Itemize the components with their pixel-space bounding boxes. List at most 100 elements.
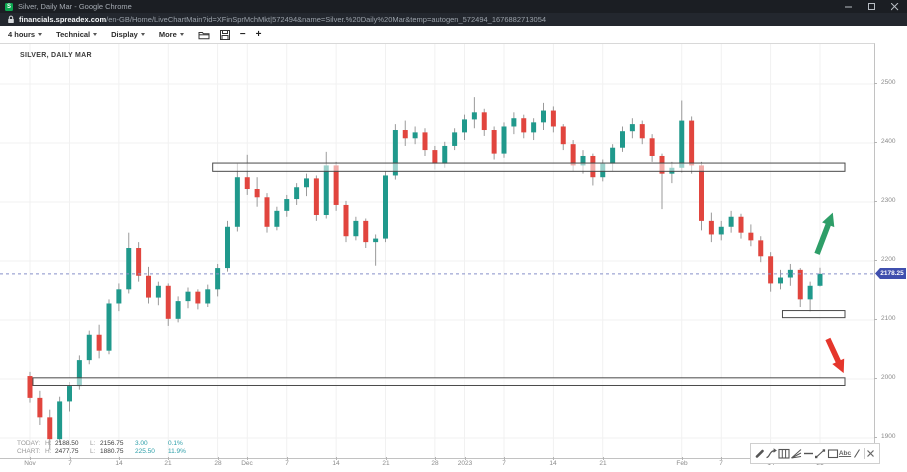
candle-body [778,278,783,284]
candle-body [709,221,714,235]
time-axis-label: Dec [233,460,261,467]
candle-body [136,248,141,276]
candle-body [87,335,92,360]
trendline-tool[interactable] [814,447,826,460]
text-tool[interactable]: Abc [839,447,851,460]
candle-body [502,126,507,153]
price-axis-label: 2200 [881,256,895,263]
time-axis-label: 7 [707,460,735,467]
up-arrow-annotation [814,213,834,255]
url-path: /en-GB/Home/LiveChartMain?id=XFinSprMchM… [106,15,546,24]
chevron-down-icon [93,33,97,36]
candle-body [423,132,428,150]
legend-high-key: H: [45,448,55,456]
display-menu[interactable]: Display [111,30,145,39]
candle-body [126,248,131,289]
zoom-out-button[interactable]: − [240,30,246,40]
candle-body [274,211,279,227]
time-axis-label: 7 [56,460,84,467]
elbow-connector-tool[interactable] [765,447,777,460]
candle-body [413,132,418,138]
candle-body [650,138,655,156]
candle-body [225,227,230,268]
candle-body [107,303,112,350]
candle-body [363,221,368,242]
candle-body [551,111,556,127]
candle-body [205,289,210,303]
rectangle-tool[interactable] [827,447,839,460]
resistance-box-annotation [213,163,845,171]
open-chart-button[interactable] [198,30,210,40]
time-axis[interactable]: Nov7142128Dec7142128202371421Feb71421 [0,458,874,472]
chevron-down-icon [180,33,184,36]
candle-body [511,118,516,126]
candle-body [620,131,625,148]
window-title-bar: S Silver, Daily Mar - Google Chrome [0,0,907,13]
window-title: Silver, Daily Mar - Google Chrome [18,2,845,11]
legend-today-row: TODAY:H:2188.50L:2156.753.000.1% [17,440,186,448]
fibonacci-tool[interactable] [778,447,790,460]
today-change-pct: 0.1% [168,440,183,447]
address-bar[interactable]: financials.spreadex.com/en-GB/Home/LiveC… [0,13,907,26]
candle-body [166,286,171,319]
close-toolbar-button[interactable] [865,447,877,460]
candle-body [294,187,299,199]
legend-low-key: L: [90,448,100,456]
candle-body [571,144,576,165]
price-axis-tick [874,319,877,320]
more-menu[interactable]: More [159,30,184,39]
close-icon[interactable] [891,3,899,11]
chart-plot[interactable] [0,44,874,458]
time-axis-label: Feb [668,460,696,467]
candle-body [472,112,477,119]
save-chart-button[interactable] [220,30,230,40]
candle-body [353,221,358,236]
candle-body [67,386,72,401]
technical-menu[interactable]: Technical [56,30,97,39]
candle-body [442,146,447,164]
drawing-toolbar: Abc [750,443,880,464]
candle-body [541,111,546,123]
chart-toolbar: 4 hours Technical Display More − + [0,26,907,43]
candle-body [304,178,309,187]
horizontal-line-tool[interactable] [802,447,814,460]
time-axis-label: 2023 [451,460,479,467]
candle-body [37,398,42,417]
candle-body [808,286,813,300]
breakdown-box-annotation [782,311,845,318]
zoom-in-button[interactable]: + [256,30,262,40]
legend-high-key: H: [45,440,55,448]
candle-body [344,205,349,236]
price-axis-tick [874,201,877,202]
display-menu-label: Display [111,30,138,39]
candle-body [57,401,62,439]
chart-change-value: 225.50 [135,448,168,456]
time-axis-label: 7 [273,460,301,467]
fan-lines-tool[interactable] [790,447,802,460]
price-axis-label: 2100 [881,315,895,322]
candle-body [403,130,408,138]
time-axis-label: 21 [372,460,400,467]
minimize-icon[interactable] [845,3,853,11]
maximize-icon[interactable] [868,3,876,11]
price-axis[interactable]: 19002000210022002300240025002178.25 [875,43,907,457]
price-axis-label: 2500 [881,79,895,86]
chart-change-pct: 11.9% [168,448,186,455]
time-axis-label: 7 [490,460,518,467]
candle-body [748,233,753,241]
price-axis-label: 2000 [881,374,895,381]
draw-pencil-tool[interactable] [753,447,765,460]
legend-low-key: L: [90,440,100,448]
candle-body [186,292,191,301]
slash-line-tool[interactable] [851,447,863,460]
time-axis-label: 21 [154,460,182,467]
candle-body [146,276,151,298]
candle-body [719,227,724,235]
candle-body [235,177,240,227]
candle-body [245,177,250,189]
candle-body [176,301,181,319]
time-axis-label: 14 [105,460,133,467]
candle-body [462,119,467,132]
candle-body [768,256,773,283]
timeframe-menu[interactable]: 4 hours [8,30,42,39]
